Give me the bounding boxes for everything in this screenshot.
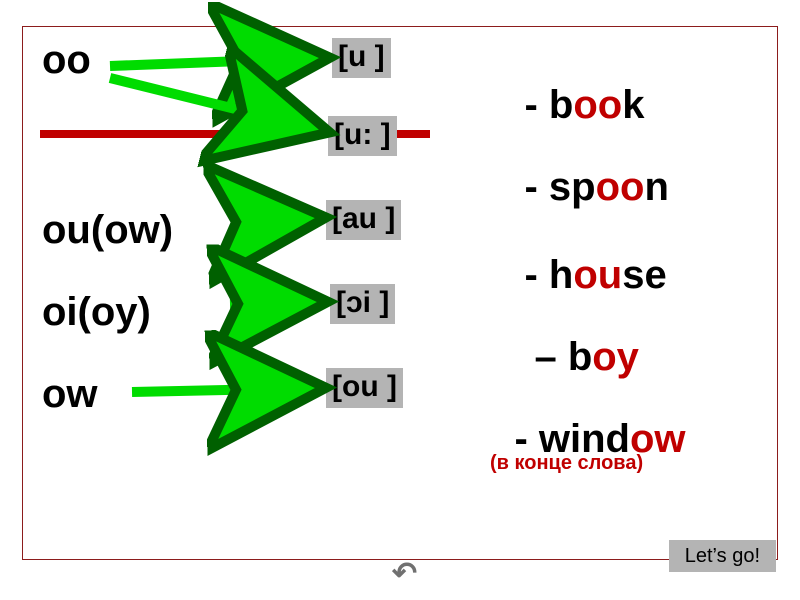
pron-au: [au ] <box>326 200 401 240</box>
slide-stage: oo ou(ow) oi(oy) ow [u ] [u: ] [au ] [ɔi… <box>0 0 800 600</box>
word-spoon-hl: oo <box>596 165 645 209</box>
pair-ou-ow: ou(ow) <box>42 208 173 253</box>
footnote: (в конце слова) <box>490 452 643 475</box>
word-window: - window <box>470 372 686 507</box>
lets-go-button[interactable]: Let’s go! <box>669 540 776 572</box>
pron-oi: [ɔi ] <box>330 284 395 324</box>
pair-oi-oy: oi(oy) <box>42 290 151 335</box>
word-spoon-pre: - sp <box>524 165 595 209</box>
word-spoon-post: n <box>644 165 668 209</box>
pron-u-long: [u: ] <box>328 116 397 156</box>
pron-u-short: [u ] <box>332 38 391 78</box>
pair-oo: oo <box>42 38 91 83</box>
undo-icon[interactable]: ↶ <box>392 556 417 591</box>
pair-ow: ow <box>42 372 98 417</box>
pron-ou: [ou ] <box>326 368 403 408</box>
